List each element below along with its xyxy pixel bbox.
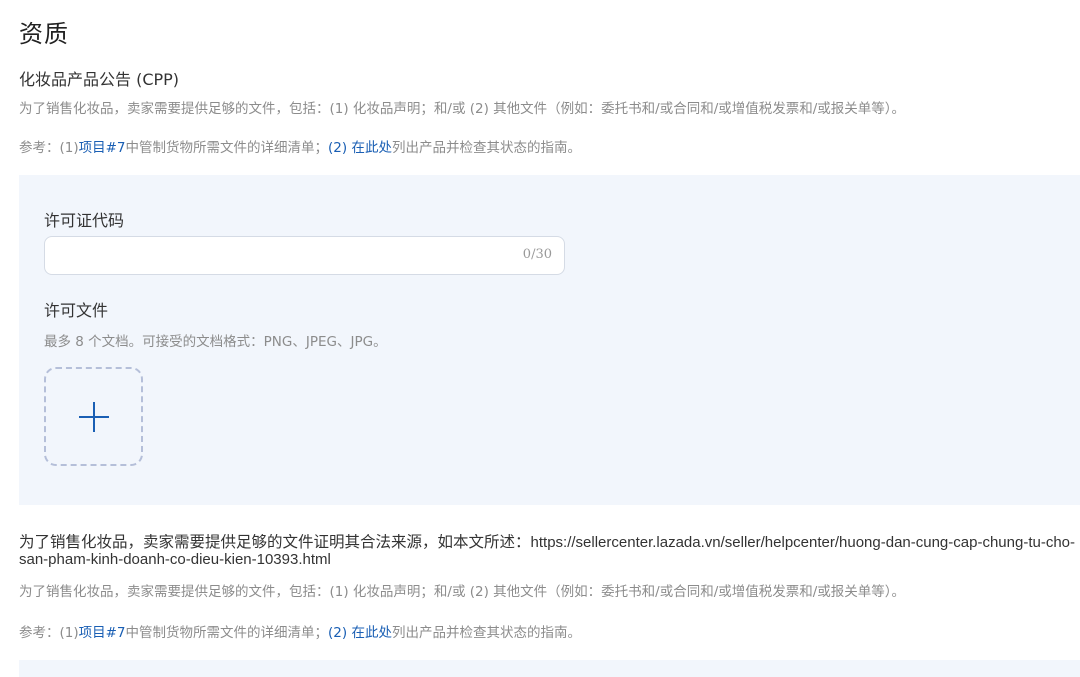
- reference-middle: 中管制货物所需文件的详细清单；: [125, 140, 329, 156]
- license-file-label: 许可文件: [44, 301, 109, 320]
- license-code-label: 许可证代码: [44, 211, 125, 230]
- reference-prefix: 参考：(1): [19, 140, 79, 156]
- here-link[interactable]: (2) 在此处: [328, 625, 392, 641]
- reference-prefix: 参考：(1): [19, 625, 79, 641]
- license-code-input[interactable]: [45, 237, 564, 274]
- license-file-hint: 最多 8 个文档。可接受的文档格式：PNG、JPEG、JPG。: [44, 334, 387, 350]
- source-requirement-text: 为了销售化妆品，卖家需要提供足够的文件证明其合法来源，如本文所述：https:/…: [19, 534, 1080, 568]
- reference-suffix: 列出产品并检查其状态的指南。: [391, 625, 581, 641]
- reference-suffix: 列出产品并检查其状态的指南。: [391, 140, 581, 156]
- license-code-char-count: 0/30: [522, 247, 552, 262]
- license-form-panel: 许可证代码 0/30 许可文件 最多 8 个文档。可接受的文档格式：PNG、JP…: [19, 175, 1080, 505]
- page-title: 资质: [19, 20, 69, 48]
- item-7-link[interactable]: 项目#7: [79, 140, 126, 156]
- cpp-reference: 参考：(1)项目#7中管制货物所需文件的详细清单；(2) 在此处列出产品并检查其…: [19, 136, 581, 156]
- upload-file-button[interactable]: [44, 367, 143, 466]
- cpp-description: 为了销售化妆品，卖家需要提供足够的文件，包括：(1) 化妆品声明；和/或 (2)…: [19, 101, 906, 117]
- second-form-panel: [19, 660, 1080, 677]
- here-link[interactable]: (2) 在此处: [328, 140, 392, 156]
- source-requirement-intro: 为了销售化妆品，卖家需要提供足够的文件证明其合法来源，如本文所述：: [19, 534, 531, 551]
- license-code-field: 0/30: [44, 236, 565, 275]
- source-description: 为了销售化妆品，卖家需要提供足够的文件，包括：(1) 化妆品声明；和/或 (2)…: [19, 584, 906, 600]
- item-7-link[interactable]: 项目#7: [79, 625, 126, 641]
- source-reference: 参考：(1)项目#7中管制货物所需文件的详细清单；(2) 在此处列出产品并检查其…: [19, 621, 581, 641]
- cpp-section-heading: 化妆品产品公告 (CPP): [19, 70, 180, 89]
- plus-icon: [78, 401, 109, 432]
- reference-middle: 中管制货物所需文件的详细清单；: [125, 625, 329, 641]
